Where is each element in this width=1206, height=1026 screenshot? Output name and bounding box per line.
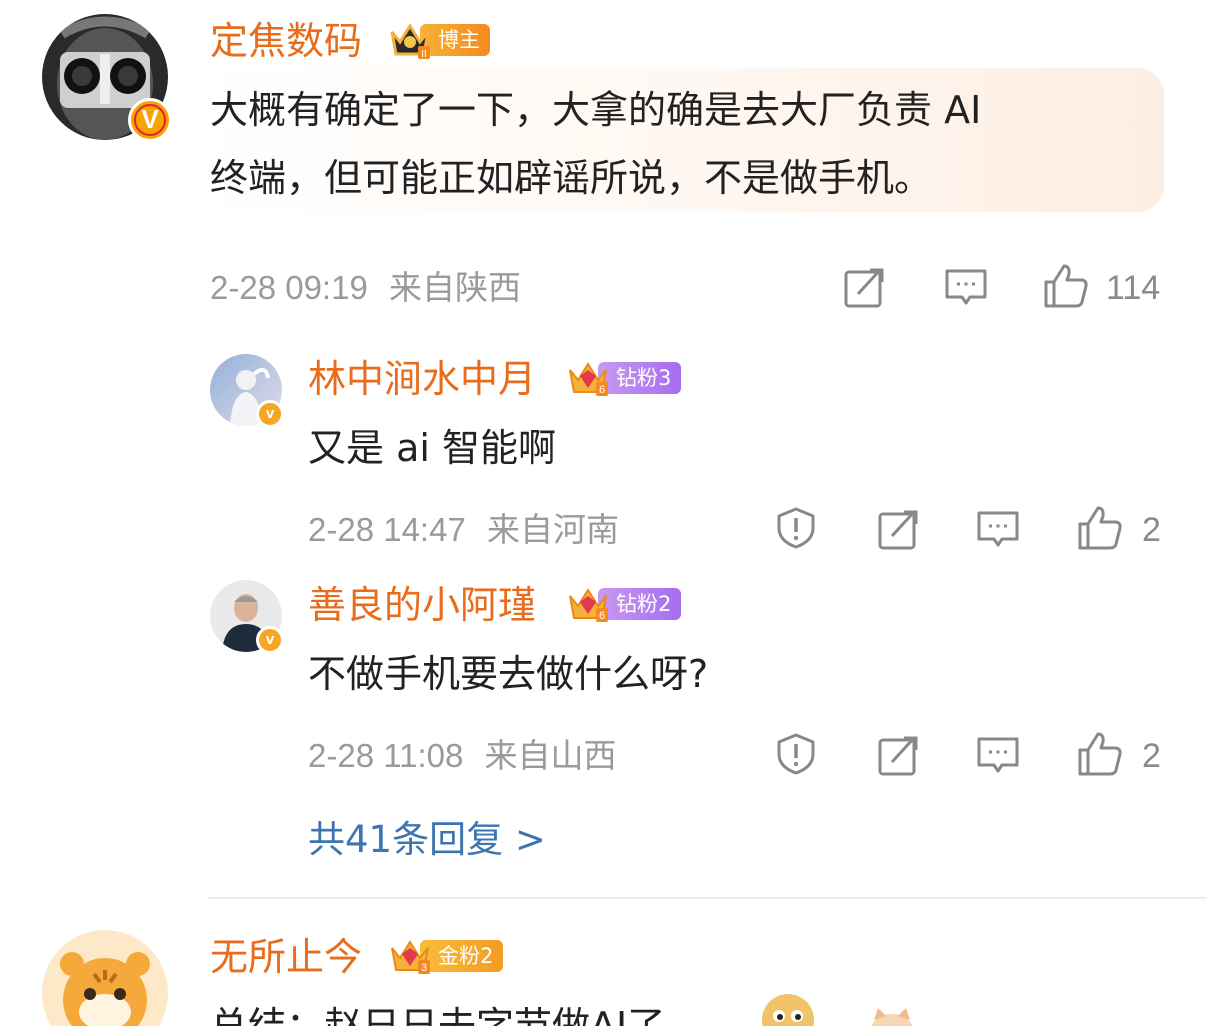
avatar[interactable] — [42, 930, 168, 1026]
report-icon[interactable] — [774, 732, 818, 776]
reply-timestamp: 2-28 11:08 — [308, 737, 464, 774]
comment-timestamp: 2-28 09:19 — [210, 269, 368, 306]
like-count: 114 — [1106, 269, 1161, 307]
comment-divider — [208, 897, 1206, 899]
svg-text:6: 6 — [599, 384, 605, 396]
crown-icon: 6 — [569, 362, 608, 396]
like-count: 2 — [1142, 511, 1161, 549]
view-more-replies-link[interactable]: 共41条回复 > — [308, 818, 546, 862]
reply-timestamp: 2-28 14:47 — [308, 511, 466, 548]
comment-text-line-2: 终端，但可能正如辟谣所说，不是做手机。 — [210, 156, 933, 200]
reply-time: 2-28 11:08 来自山西 — [308, 736, 617, 776]
diamond-fan-badge: 6 钻粉2 — [566, 586, 682, 622]
blogger-badge: II 博主 — [388, 22, 490, 60]
gold-fan-label: 金粉2 — [420, 940, 504, 972]
reply-author-name[interactable]: 善良的小阿瑾 — [308, 582, 536, 628]
verified-badge-icon: v — [256, 400, 284, 428]
reply-avatar[interactable]: v — [210, 354, 284, 428]
report-icon[interactable] — [774, 506, 818, 550]
comment-icon[interactable] — [944, 266, 988, 310]
verified-badge-icon: v — [256, 626, 284, 654]
repost-icon[interactable] — [876, 508, 920, 552]
tiger-avatar-image — [42, 930, 168, 1026]
comment-author-name[interactable]: 无所止今 — [210, 934, 362, 980]
crown-icon: II — [390, 23, 430, 60]
svg-text:II: II — [421, 49, 427, 60]
comment-text-line-1: 大概有确定了一下，大拿的确是去大厂负责 AI — [210, 88, 982, 132]
gold-fan-badge: 3 金粉2 — [388, 938, 504, 974]
comment-text-partial: 总结：赵日日去字节做AI了 — [210, 1004, 666, 1026]
crown-icon: 3 — [391, 940, 430, 974]
comment-time: 2-28 09:19 来自陕西 — [210, 268, 521, 308]
reply-text: 又是 ai 智能啊 — [308, 426, 557, 470]
repost-icon[interactable] — [876, 734, 920, 778]
diamond-fan-label: 钻粉2 — [598, 588, 682, 620]
reply-location: 来自山西 — [484, 737, 617, 774]
comment-thread: V 定焦数码 II 博主 大概有确定了一下，大拿的确是去大厂负责 AI 终端，但… — [0, 0, 1206, 1026]
like-icon[interactable] — [1042, 262, 1090, 310]
comment-icon[interactable] — [976, 508, 1020, 552]
comment-location: 来自陕西 — [388, 269, 521, 306]
repost-icon[interactable] — [842, 266, 886, 310]
svg-text:6: 6 — [599, 610, 605, 622]
reply-text: 不做手机要去做什么呀? — [308, 652, 709, 696]
diamond-fan-badge: 6 钻粉3 — [566, 360, 682, 396]
svg-text:3: 3 — [421, 962, 427, 974]
comment-icon[interactable] — [976, 734, 1020, 778]
doge-emoji-icon — [762, 994, 814, 1026]
reply-avatar[interactable]: v — [210, 580, 284, 654]
crown-icon: 6 — [569, 588, 608, 622]
verified-badge-icon: V — [128, 98, 172, 142]
avatar[interactable]: V — [42, 14, 172, 142]
reply-location: 来自河南 — [486, 511, 619, 548]
reply-time: 2-28 14:47 来自河南 — [308, 510, 619, 550]
like-count: 2 — [1142, 737, 1161, 775]
comment-author-name[interactable]: 定焦数码 — [210, 18, 362, 64]
like-icon[interactable] — [1076, 504, 1124, 552]
reply-author-name[interactable]: 林中涧水中月 — [308, 356, 536, 402]
cat-sticker-icon — [871, 1008, 913, 1026]
like-icon[interactable] — [1076, 730, 1124, 778]
diamond-fan-label: 钻粉3 — [598, 362, 682, 394]
